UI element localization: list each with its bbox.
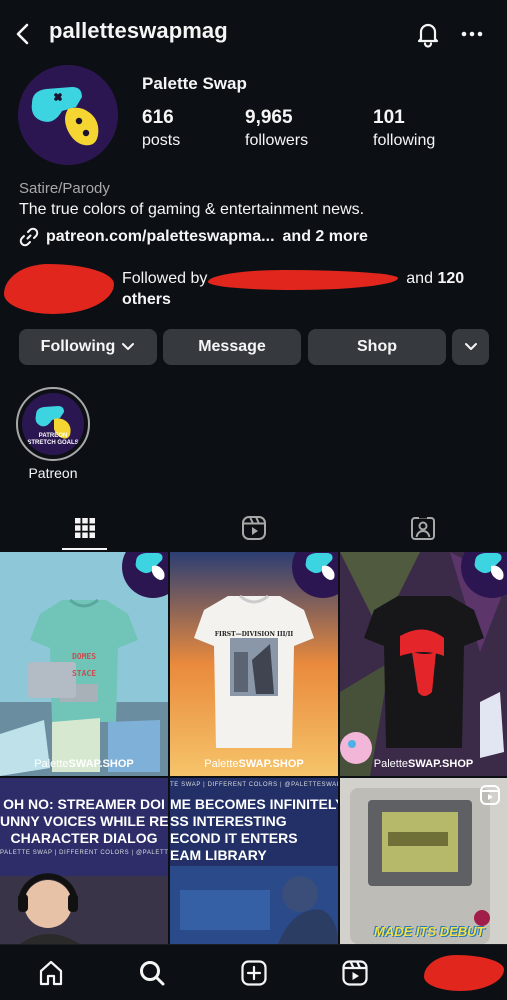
- more-options-icon[interactable]: [458, 20, 486, 48]
- shop-watermark-light: Palette: [204, 758, 239, 770]
- profile-bio: The true colors of gaming & entertainmen…: [19, 201, 365, 218]
- shop-button[interactable]: Shop: [308, 329, 446, 365]
- suggested-accounts-button[interactable]: [452, 329, 489, 365]
- post-5-headline: ME BECOMES INFINITELY SS INTERESTING ECO…: [170, 796, 338, 864]
- following-button-label: Following: [40, 338, 116, 355]
- followed-by-and: and: [406, 270, 433, 287]
- posts-grid: DOMES STACE PaletteSWAP.SHOP FIRST—DIVIS…: [0, 552, 507, 944]
- tab-posts-grid[interactable]: [0, 505, 169, 551]
- active-tab-indicator: [62, 548, 107, 550]
- shop-button-label: Shop: [357, 338, 397, 355]
- grid-post-2[interactable]: FIRST—DIVISION III/II PaletteSWAP.SHOP: [170, 552, 338, 776]
- search-icon[interactable]: [138, 959, 166, 987]
- grid-post-3[interactable]: PaletteSWAP.SHOP: [340, 552, 507, 776]
- post-5-headline-line-4: EAM LIBRARY: [170, 847, 267, 863]
- profile-header: palletteswapmag: [0, 0, 507, 68]
- tab-reels[interactable]: [169, 505, 338, 551]
- shop-watermark-bold: SWAP.SHOP: [238, 758, 304, 770]
- shirt-1-text-line-1: DOMES: [71, 652, 97, 661]
- grid-post-1[interactable]: DOMES STACE PaletteSWAP.SHOP: [0, 552, 168, 776]
- shop-watermark-bold: SWAP.SHOP: [68, 758, 134, 770]
- highlight-cover-text: PATREON STRETCH GOALS: [22, 433, 84, 447]
- shop-watermark-light: Palette: [34, 758, 69, 770]
- shop-watermark: PaletteSWAP.SHOP: [340, 758, 507, 770]
- post-6-caption: MADE ITS DEBUT: [374, 924, 485, 939]
- chevron-down-icon: [464, 343, 477, 350]
- brand-badge-icon: [122, 552, 168, 598]
- profile-category: Satire/Parody: [19, 180, 110, 197]
- post-5-headline-line-2: SS INTERESTING: [170, 813, 287, 829]
- palette-swap-logo-icon: [18, 65, 118, 165]
- profile-username: palletteswapmag: [49, 18, 228, 43]
- grid-post-5[interactable]: TE SWAP | DIFFERENT COLORS | @PALETTESWA…: [170, 778, 338, 944]
- stat-followers[interactable]: 9,965 followers: [245, 107, 308, 150]
- stat-posts-label: posts: [142, 132, 181, 149]
- post-4-headline: OH NO: STREAMER DOI UNNY VOICES WHILE RE…: [0, 796, 168, 847]
- reels-icon: [241, 516, 266, 540]
- reels-icon[interactable]: [341, 959, 369, 987]
- post-5-subline: TE SWAP | DIFFERENT COLORS | @PALETTESWA…: [170, 782, 338, 788]
- stat-followers-label: followers: [245, 132, 309, 149]
- stat-following-value: 101: [373, 107, 405, 128]
- followed-by-count: 120: [437, 270, 465, 287]
- grid-icon: [74, 518, 95, 538]
- shirt-2-text: FIRST—DIVISION III/II: [214, 631, 294, 638]
- post-5-headline-line-3: ECOND IT ENTERS: [170, 830, 298, 846]
- shop-watermark-bold: SWAP.SHOP: [408, 758, 474, 770]
- shop-watermark: PaletteSWAP.SHOP: [0, 758, 168, 770]
- shirt-1-text-line-2: STACE: [71, 669, 97, 678]
- highlight-cover-line-2: STRETCH GOALS: [27, 440, 79, 446]
- redacted-profile-avatar[interactable]: [424, 955, 504, 991]
- redacted-follower-avatars: [4, 264, 114, 314]
- shop-watermark-light: Palette: [373, 758, 409, 770]
- profile-tabs: [0, 505, 507, 551]
- profile-link-more: and 2 more: [282, 228, 368, 245]
- brand-badge-icon: [292, 552, 338, 598]
- create-post-icon[interactable]: [240, 959, 268, 987]
- brand-badge-icon: [461, 552, 507, 598]
- chevron-down-icon: [122, 343, 135, 350]
- highlight-cover-line-1: PATREON: [38, 433, 68, 439]
- stat-followers-value: 9,965: [245, 107, 293, 128]
- stat-following-label: following: [373, 132, 436, 149]
- story-highlight-patreon[interactable]: PATREON STRETCH GOALS: [16, 387, 90, 461]
- profile-avatar[interactable]: [18, 65, 118, 165]
- notification-bell-icon[interactable]: [414, 20, 442, 48]
- shop-watermark: PaletteSWAP.SHOP: [170, 758, 338, 770]
- post-5-headline-line-1: ME BECOMES INFINITELY: [170, 796, 338, 812]
- post-4-subline: PALETTE SWAP | DIFFERENT COLORS | @PALET…: [0, 850, 168, 856]
- followed-by-prefix: Followed by: [122, 270, 208, 287]
- post-4-headline-line-2: UNNY VOICES WHILE READI: [0, 813, 168, 829]
- grid-post-6[interactable]: MADE ITS DEBUT: [340, 778, 507, 944]
- post-4-headline-line-1: OH NO: STREAMER DOI: [3, 796, 165, 812]
- stat-posts[interactable]: 616 posts: [142, 107, 180, 150]
- grid-post-4[interactable]: OH NO: STREAMER DOI UNNY VOICES WHILE RE…: [0, 778, 168, 944]
- following-button[interactable]: Following: [19, 329, 157, 365]
- profile-link[interactable]: patreon.com/paletteswapma... and 2 more: [19, 227, 368, 247]
- shirt-1-text: DOMES STACE: [0, 648, 168, 682]
- home-icon[interactable]: [37, 959, 65, 987]
- highlight-label: Patreon: [28, 465, 78, 481]
- tab-tagged[interactable]: [338, 505, 507, 551]
- bottom-navigation: [0, 944, 507, 1000]
- tagged-person-icon: [410, 515, 435, 540]
- profile-link-text: patreon.com/paletteswapma...: [46, 228, 275, 245]
- link-icon: [19, 227, 39, 247]
- profile-display-name: Palette Swap: [142, 74, 247, 93]
- message-button-label: Message: [198, 338, 266, 355]
- reel-indicator-icon: [480, 785, 500, 805]
- back-arrow-icon[interactable]: [10, 20, 36, 48]
- post-4-headline-line-3: CHARACTER DIALOG: [10, 830, 158, 846]
- message-button[interactable]: Message: [163, 329, 301, 365]
- stat-following[interactable]: 101 following: [373, 107, 435, 150]
- followed-by-others: others: [122, 291, 171, 308]
- highlight-cover: PATREON STRETCH GOALS: [22, 393, 84, 455]
- stat-posts-value: 616: [142, 107, 174, 128]
